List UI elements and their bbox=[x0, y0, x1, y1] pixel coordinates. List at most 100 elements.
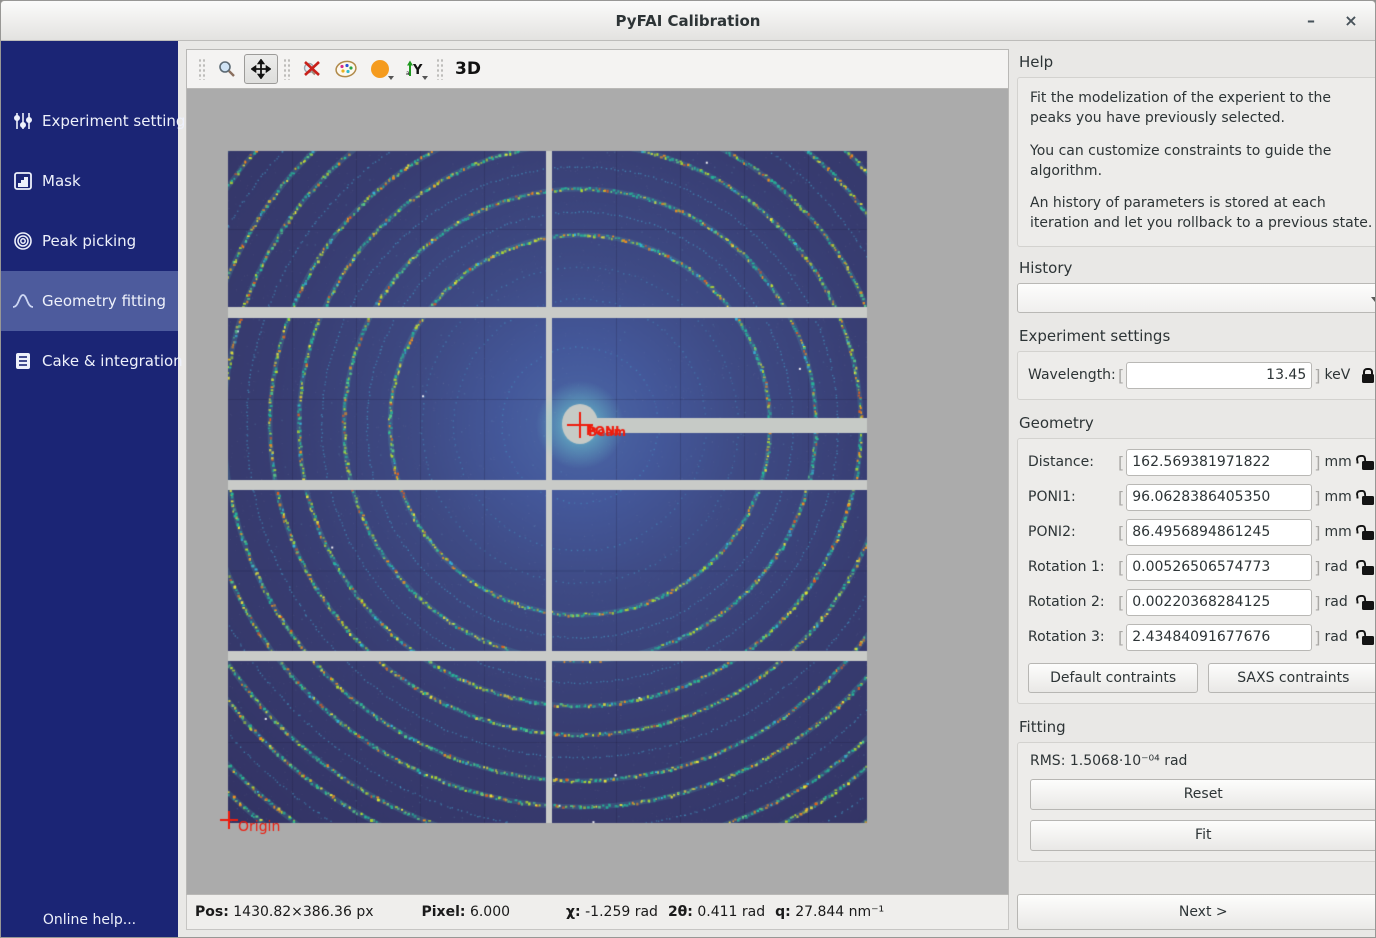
lock-open-icon bbox=[1362, 461, 1374, 470]
poni2-row: PONI2: [ ] mm bbox=[1028, 519, 1376, 546]
colormap-dot-icon bbox=[371, 60, 389, 78]
bracket-decoration: [ bbox=[1116, 593, 1126, 612]
sliders-icon bbox=[10, 109, 36, 133]
distance-unit: mm bbox=[1325, 454, 1357, 470]
svg-text:a: a bbox=[406, 70, 410, 77]
rotation1-label: Rotation 1: bbox=[1028, 559, 1116, 575]
close-button[interactable]: × bbox=[1337, 7, 1365, 35]
poni1-input[interactable] bbox=[1126, 484, 1312, 511]
sidebar-item-geometry-fitting[interactable]: Geometry fitting bbox=[1, 271, 178, 331]
experiment-settings-box: Wavelength: [ ] keV bbox=[1017, 351, 1376, 400]
distance-lock-button[interactable] bbox=[1357, 455, 1376, 470]
diffraction-canvas[interactable] bbox=[187, 89, 1009, 893]
rotation2-lock-button[interactable] bbox=[1357, 595, 1376, 610]
wavelength-unit: keV bbox=[1325, 367, 1357, 383]
rotation2-row: Rotation 2: [ ] rad bbox=[1028, 589, 1376, 616]
online-help-link[interactable]: Online help... bbox=[1, 912, 178, 938]
zoom-button[interactable] bbox=[210, 54, 244, 84]
rotation1-unit: rad bbox=[1325, 559, 1357, 575]
wavelength-lock-button[interactable] bbox=[1357, 368, 1376, 383]
bracket-decoration: [ bbox=[1116, 628, 1126, 647]
rotation3-lock-button[interactable] bbox=[1357, 630, 1376, 645]
sidebar-item-cake-integration[interactable]: Cake & integration bbox=[1, 331, 178, 391]
bracket-decoration: [ bbox=[1116, 558, 1126, 577]
plot-toolbar: a Y 3D bbox=[186, 49, 1009, 89]
minimize-button[interactable]: – bbox=[1297, 7, 1325, 35]
help-text-box: Fit the modelization of the experient to… bbox=[1017, 77, 1376, 247]
rotation1-lock-button[interactable] bbox=[1357, 560, 1376, 575]
rms-readout: RMS: 1.5068·10⁻⁰⁴ rad bbox=[1030, 753, 1376, 769]
toolbar-handle[interactable] bbox=[283, 58, 290, 80]
distance-input[interactable] bbox=[1126, 449, 1312, 476]
rotation2-label: Rotation 2: bbox=[1028, 594, 1116, 610]
fitting-section-title: Fitting bbox=[1019, 718, 1376, 736]
geometry-section-title: Geometry bbox=[1019, 414, 1376, 432]
sidebar-item-experiment-settings[interactable]: Experiment settings bbox=[1, 91, 178, 151]
poni1-unit: mm bbox=[1325, 489, 1357, 505]
default-constraints-button[interactable]: Default contraints bbox=[1028, 663, 1198, 693]
wavelength-input[interactable] bbox=[1126, 362, 1312, 389]
rotation3-unit: rad bbox=[1325, 629, 1357, 645]
settings-panel: Help Fit the modelization of the experie… bbox=[1009, 41, 1376, 938]
document-lines-icon bbox=[10, 349, 36, 373]
bracket-decoration: ] bbox=[1312, 523, 1322, 542]
toolbar-handle[interactable] bbox=[198, 58, 205, 80]
lock-open-icon bbox=[1362, 566, 1374, 575]
sidebar-item-peak-picking[interactable]: Peak picking bbox=[1, 211, 178, 271]
reset-button[interactable]: Reset bbox=[1030, 779, 1376, 810]
poni2-label: PONI2: bbox=[1028, 524, 1116, 540]
rotation3-input[interactable] bbox=[1126, 624, 1312, 651]
colormap-button[interactable] bbox=[363, 54, 397, 84]
palette-icon bbox=[334, 59, 358, 79]
diffraction-plot-area[interactable] bbox=[186, 89, 1009, 895]
status-q: q: 27.844 nm⁻¹ bbox=[775, 904, 884, 920]
toolbar-handle[interactable] bbox=[436, 58, 443, 80]
sidebar-item-label: Experiment settings bbox=[42, 112, 193, 130]
wavelength-label: Wavelength: bbox=[1028, 367, 1116, 383]
history-section-title: History bbox=[1019, 259, 1376, 277]
poni1-label: PONI1: bbox=[1028, 489, 1116, 505]
poni2-input[interactable] bbox=[1126, 519, 1312, 546]
app-window: PyFAI Calibration – × Experiment setting bbox=[0, 0, 1376, 938]
bracket-decoration: [ bbox=[1116, 523, 1126, 542]
help-section-title: Help bbox=[1019, 53, 1376, 71]
help-paragraph: You can customize constraints to guide t… bbox=[1030, 141, 1376, 182]
title-bar[interactable]: PyFAI Calibration – × bbox=[1, 1, 1375, 41]
mask-image-icon bbox=[10, 169, 36, 193]
3d-view-button[interactable]: 3D bbox=[448, 59, 488, 79]
poni2-lock-button[interactable] bbox=[1357, 525, 1376, 540]
sidebar: Experiment settings Mask bbox=[1, 41, 178, 938]
distance-row: Distance: [ ] mm bbox=[1028, 449, 1376, 476]
rotation3-row: Rotation 3: [ ] rad bbox=[1028, 624, 1376, 651]
pan-button[interactable] bbox=[244, 54, 278, 84]
distance-label: Distance: bbox=[1028, 454, 1116, 470]
poni1-lock-button[interactable] bbox=[1357, 490, 1376, 505]
saxs-constraints-button[interactable]: SAXS contraints bbox=[1208, 663, 1376, 693]
next-button[interactable]: Next > bbox=[1017, 894, 1376, 930]
rotation1-input[interactable] bbox=[1126, 554, 1312, 581]
bracket-decoration: ] bbox=[1312, 628, 1322, 647]
wavelength-row: Wavelength: [ ] keV bbox=[1028, 362, 1376, 389]
bracket-decoration: [ bbox=[1116, 453, 1126, 472]
bracket-decoration: ] bbox=[1312, 593, 1322, 612]
y-axis-orientation-button[interactable]: a Y bbox=[397, 54, 431, 84]
sidebar-item-mask[interactable]: Mask bbox=[1, 151, 178, 211]
history-dropdown[interactable] bbox=[1017, 283, 1376, 313]
palette-button[interactable] bbox=[329, 54, 363, 84]
bracket-decoration: ] bbox=[1312, 488, 1322, 507]
fit-button[interactable]: Fit bbox=[1030, 820, 1376, 851]
lock-open-icon bbox=[1362, 496, 1374, 505]
rotation2-unit: rad bbox=[1325, 594, 1357, 610]
lock-closed-icon bbox=[1362, 374, 1374, 383]
sidebar-item-label: Mask bbox=[42, 172, 81, 190]
status-chi: χ: -1.259 rad bbox=[566, 904, 658, 920]
zoom-reset-icon bbox=[301, 59, 323, 79]
pan-icon bbox=[251, 59, 271, 79]
status-pos: Pos: 1430.82×386.36 px bbox=[195, 904, 374, 920]
sidebar-item-label: Cake & integration bbox=[42, 352, 183, 370]
rotation2-input[interactable] bbox=[1126, 589, 1312, 616]
gaussian-peak-icon bbox=[10, 289, 36, 313]
chevron-down-icon bbox=[388, 76, 394, 80]
window-title: PyFAI Calibration bbox=[1, 1, 1375, 41]
zoom-reset-button[interactable] bbox=[295, 54, 329, 84]
